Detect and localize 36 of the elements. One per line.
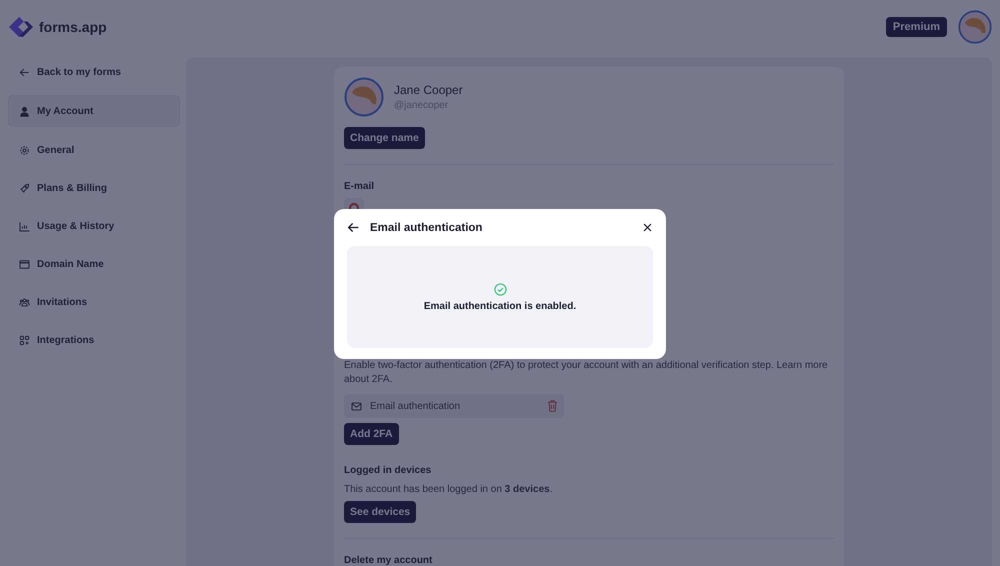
- rocket-icon: [19, 182, 30, 194]
- avatar-icon: [344, 77, 384, 117]
- add-2fa-button[interactable]: Add 2FA: [344, 423, 399, 445]
- window-icon: [19, 258, 30, 270]
- status-message: Email authentication is enabled.: [424, 300, 576, 312]
- change-name-button[interactable]: Change name: [344, 127, 425, 149]
- sidebar-item[interactable]: Invitations: [8, 287, 180, 317]
- profile-name: Jane Cooper: [394, 83, 463, 97]
- logo-text[interactable]: forms.app: [39, 19, 107, 35]
- bar-chart-icon: [19, 220, 30, 232]
- grid-icon: [19, 334, 30, 346]
- back-arrow-icon: [19, 66, 30, 78]
- section-title: Logged in devices: [344, 465, 432, 476]
- method-label: Email authentication: [370, 400, 462, 412]
- see-devices-button[interactable]: See devices: [344, 501, 416, 523]
- description-text: Enable two-factor authentication (2FA) to protect your account with an additional verification step. Learn more about 2FA.: [344, 359, 829, 386]
- sidebar-item[interactable]: Domain Name: [8, 249, 180, 279]
- section-title: Delete my account: [344, 555, 432, 566]
- people-icon: [19, 296, 30, 308]
- plan-badge: Premium: [886, 17, 947, 37]
- section-label: E-mail: [344, 181, 374, 192]
- sidebar-item[interactable]: My Account: [8, 95, 180, 127]
- person-icon: [19, 106, 30, 116]
- modal-title: Email authentication: [370, 222, 482, 234]
- back-arrow-icon[interactable]: [347, 221, 360, 234]
- logo-icon: [9, 16, 33, 38]
- close-icon[interactable]: [642, 222, 653, 233]
- settings-icon: [19, 144, 30, 156]
- avatar-icon: [958, 10, 992, 44]
- sidebar-item[interactable]: Integrations: [8, 325, 180, 355]
- back-link[interactable]: Back to my forms: [8, 57, 180, 87]
- sidebar-item[interactable]: Usage & History: [8, 211, 180, 241]
- devices-text: This account has been logged in on 3 devices.: [344, 484, 552, 495]
- sidebar-item[interactable]: Plans & Billing: [8, 173, 180, 203]
- sidebar-item[interactable]: General: [8, 135, 180, 165]
- mail-icon: [351, 400, 362, 412]
